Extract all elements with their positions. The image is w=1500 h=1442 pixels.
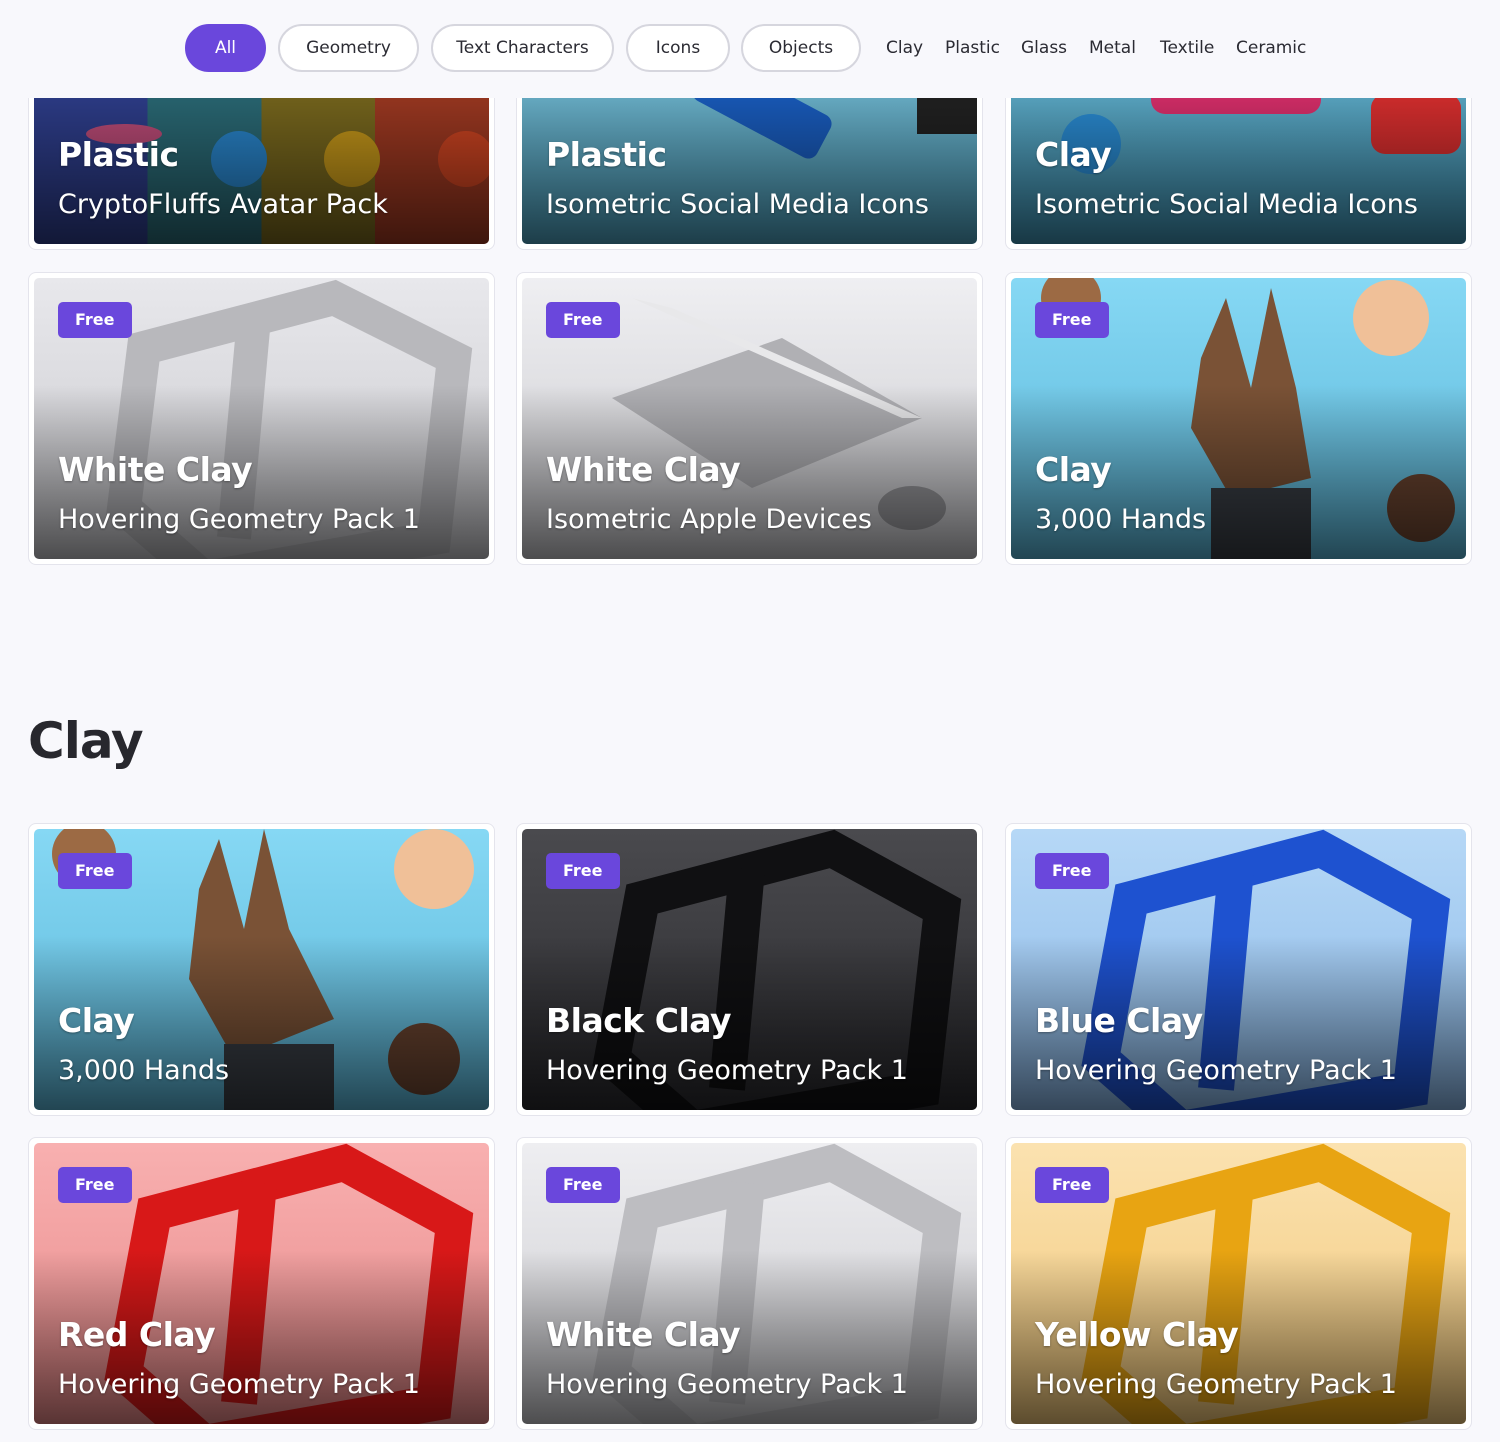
card-subtitle: Hovering Geometry Pack 1 [1035,1369,1397,1400]
card-title: White Clay [546,450,741,489]
card-subtitle: Hovering Geometry Pack 1 [546,1055,908,1086]
card-title: White Clay [58,450,253,489]
card-subtitle: 3,000 Hands [1035,504,1207,535]
filter-clay-link[interactable]: Clay [886,24,923,72]
card-image: Plastic CryptoFluffs Avatar Pack [34,98,489,244]
free-badge: Free [1035,302,1109,338]
free-badge: Free [58,1167,132,1203]
card-image: Free Clay 3,000 Hands [1011,278,1466,559]
filter-icons-pill[interactable]: Icons [626,24,730,72]
product-card[interactable]: Free White Clay Hovering Geometry Pack 1 [516,1137,983,1430]
filter-text-characters-pill[interactable]: Text Characters [431,24,614,72]
free-badge: Free [58,853,132,889]
card-title: Plastic [58,135,179,174]
filter-plastic-link[interactable]: Plastic [945,24,1000,72]
card-title: Black Clay [546,1001,732,1040]
card-image: Plastic Isometric Social Media Icons [522,98,977,244]
category-filter-bar: All Geometry Text Characters Icons Objec… [0,24,1500,74]
filter-objects-pill[interactable]: Objects [741,24,861,72]
card-title: Clay [1035,135,1112,174]
product-card[interactable]: Free Clay 3,000 Hands [1005,272,1472,565]
card-image: Free White Clay Isometric Apple Devices [522,278,977,559]
filter-ceramic-link[interactable]: Ceramic [1236,24,1306,72]
card-image: Free Clay 3,000 Hands [34,829,489,1110]
card-subtitle: Isometric Social Media Icons [546,189,929,220]
product-card[interactable]: Free Black Clay Hovering Geometry Pack 1 [516,823,983,1116]
card-subtitle: Hovering Geometry Pack 1 [1035,1055,1397,1086]
product-card[interactable]: Free Yellow Clay Hovering Geometry Pack … [1005,1137,1472,1430]
card-image: Free Red Clay Hovering Geometry Pack 1 [34,1143,489,1424]
card-image: Free White Clay Hovering Geometry Pack 1 [522,1143,977,1424]
free-badge: Free [546,302,620,338]
product-card[interactable]: Plastic CryptoFluffs Avatar Pack [28,98,495,250]
card-image: Clay Isometric Social Media Icons [1011,98,1466,244]
filter-glass-link[interactable]: Glass [1021,24,1067,72]
filter-geometry-pill[interactable]: Geometry [278,24,419,72]
product-card[interactable]: Free White Clay Isometric Apple Devices [516,272,983,565]
card-image: Free Yellow Clay Hovering Geometry Pack … [1011,1143,1466,1424]
product-card[interactable]: Free Red Clay Hovering Geometry Pack 1 [28,1137,495,1430]
product-card[interactable]: Plastic Isometric Social Media Icons [516,98,983,250]
filter-all-pill[interactable]: All [185,24,266,72]
card-image: Free White Clay Hovering Geometry Pack 1 [34,278,489,559]
card-title: Red Clay [58,1315,216,1354]
card-subtitle: Hovering Geometry Pack 1 [546,1369,908,1400]
card-title: Yellow Clay [1035,1315,1239,1354]
section-title: Clay [28,712,144,770]
product-card[interactable]: Free White Clay Hovering Geometry Pack 1 [28,272,495,565]
free-badge: Free [58,302,132,338]
free-badge: Free [546,1167,620,1203]
free-badge: Free [1035,1167,1109,1203]
product-card[interactable]: Free Clay 3,000 Hands [28,823,495,1116]
card-subtitle: Isometric Social Media Icons [1035,189,1418,220]
card-title: Clay [1035,450,1112,489]
card-subtitle: Isometric Apple Devices [546,504,872,535]
free-badge: Free [1035,853,1109,889]
card-subtitle: 3,000 Hands [58,1055,230,1086]
card-subtitle: Hovering Geometry Pack 1 [58,1369,420,1400]
product-card[interactable]: Clay Isometric Social Media Icons [1005,98,1472,250]
card-subtitle: CryptoFluffs Avatar Pack [58,189,388,220]
top-row-cropped: Plastic CryptoFluffs Avatar Pack Plastic… [0,98,1500,253]
filter-textile-link[interactable]: Textile [1160,24,1214,72]
card-image: Free Black Clay Hovering Geometry Pack 1 [522,829,977,1110]
card-subtitle: Hovering Geometry Pack 1 [58,504,420,535]
card-title: Blue Clay [1035,1001,1203,1040]
product-card[interactable]: Free Blue Clay Hovering Geometry Pack 1 [1005,823,1472,1116]
card-title: White Clay [546,1315,741,1354]
card-image: Free Blue Clay Hovering Geometry Pack 1 [1011,829,1466,1110]
card-title: Plastic [546,135,667,174]
free-badge: Free [546,853,620,889]
card-title: Clay [58,1001,135,1040]
filter-metal-link[interactable]: Metal [1089,24,1136,72]
